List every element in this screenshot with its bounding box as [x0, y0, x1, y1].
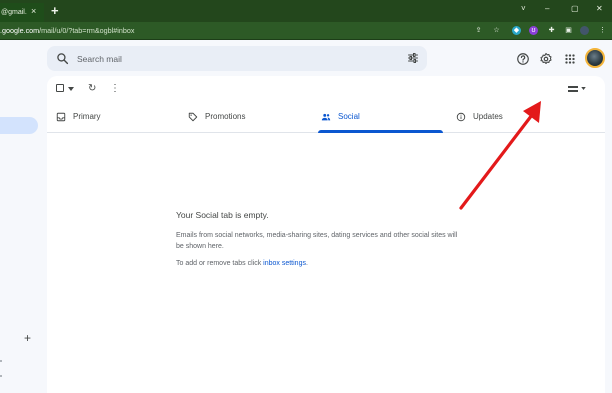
profile-icon[interactable]: [580, 26, 589, 35]
minimize-button[interactable]: –: [545, 2, 549, 16]
tab-label: Promotions: [205, 112, 246, 121]
active-tab-indicator: [318, 130, 443, 133]
select-all-checkbox[interactable]: [56, 84, 64, 92]
browser-tab-title: @gmail.: [1, 9, 27, 16]
settings-suffix: .: [305, 260, 308, 267]
select-dropdown-icon[interactable]: [68, 87, 74, 91]
tab-label: Primary: [73, 112, 101, 121]
density-dropdown-icon[interactable]: [581, 87, 586, 90]
share-icon[interactable]: ⇪: [474, 26, 483, 35]
tab-social[interactable]: Social: [321, 101, 443, 133]
sidebar-active-item[interactable]: [0, 117, 38, 134]
density-icon[interactable]: [568, 85, 578, 93]
browser-menu-icon[interactable]: ⋮: [598, 26, 607, 35]
empty-state: Your Social tab is empty. Emails from so…: [176, 209, 466, 269]
more-options-icon[interactable]: ⋮: [110, 84, 120, 94]
screen: @gmail. × + ˅ – ▢ ✕ .google.com/mail/u/0…: [0, 0, 612, 393]
extension-purple-icon[interactable]: ʊ: [529, 26, 538, 35]
address-bar[interactable]: .google.com/mail/u/0/?tab=rm&ogbl#inbox …: [0, 22, 612, 40]
settings-prefix: To add or remove tabs click: [176, 260, 264, 267]
search-input[interactable]: [77, 51, 377, 66]
settings-gear-icon[interactable]: [539, 52, 553, 66]
gmail-app: + ↻ ⋮ Primary: [0, 41, 612, 393]
empty-state-description: Emails from social networks, media-shari…: [176, 232, 458, 250]
tab-label: Social: [338, 112, 360, 121]
add-label-button[interactable]: +: [24, 332, 31, 344]
people-icon: [321, 113, 331, 121]
browser-tab-strip: @gmail. × + ˅ – ▢ ✕: [0, 0, 612, 22]
close-tab-icon[interactable]: ×: [31, 4, 36, 18]
extension-icon[interactable]: ◆: [512, 26, 521, 35]
apps-grid-icon[interactable]: [563, 52, 577, 66]
url-path: /mail/u/0/?tab=rm&ogbl#inbox: [39, 26, 135, 35]
inbox-settings-link[interactable]: inbox settings: [263, 260, 306, 267]
side-panel-icon[interactable]: ▣: [564, 26, 573, 35]
maximize-button[interactable]: ▢: [571, 2, 579, 16]
tab-search-icon[interactable]: ˅: [521, 2, 526, 16]
tag-icon: [188, 112, 198, 122]
extensions-puzzle-icon[interactable]: ✚: [547, 26, 556, 35]
help-icon[interactable]: [516, 52, 530, 66]
search-bar[interactable]: [47, 46, 427, 71]
sidebar-dot: [0, 375, 2, 377]
search-options-icon[interactable]: [407, 52, 419, 64]
account-avatar[interactable]: [585, 48, 605, 68]
url-host: .google.com: [0, 26, 40, 35]
sidebar-dot: [0, 360, 2, 362]
tab-promotions[interactable]: Promotions: [188, 101, 310, 133]
browser-tab[interactable]: @gmail.: [0, 3, 44, 22]
empty-state-settings-text: To add or remove tabs click inbox settin…: [176, 259, 466, 269]
url-text[interactable]: .google.com/mail/u/0/?tab=rm&ogbl#inbox: [0, 26, 134, 35]
close-window-button[interactable]: ✕: [596, 2, 603, 16]
bookmark-star-icon[interactable]: ☆: [492, 26, 501, 35]
new-tab-button[interactable]: +: [51, 4, 59, 18]
empty-state-title: Your Social tab is empty.: [176, 210, 269, 220]
search-icon[interactable]: [56, 52, 69, 65]
tab-primary[interactable]: Primary: [56, 101, 178, 133]
annotation-arrow: [459, 101, 541, 210]
inbox-icon: [56, 112, 66, 122]
refresh-icon[interactable]: ↻: [88, 84, 96, 94]
